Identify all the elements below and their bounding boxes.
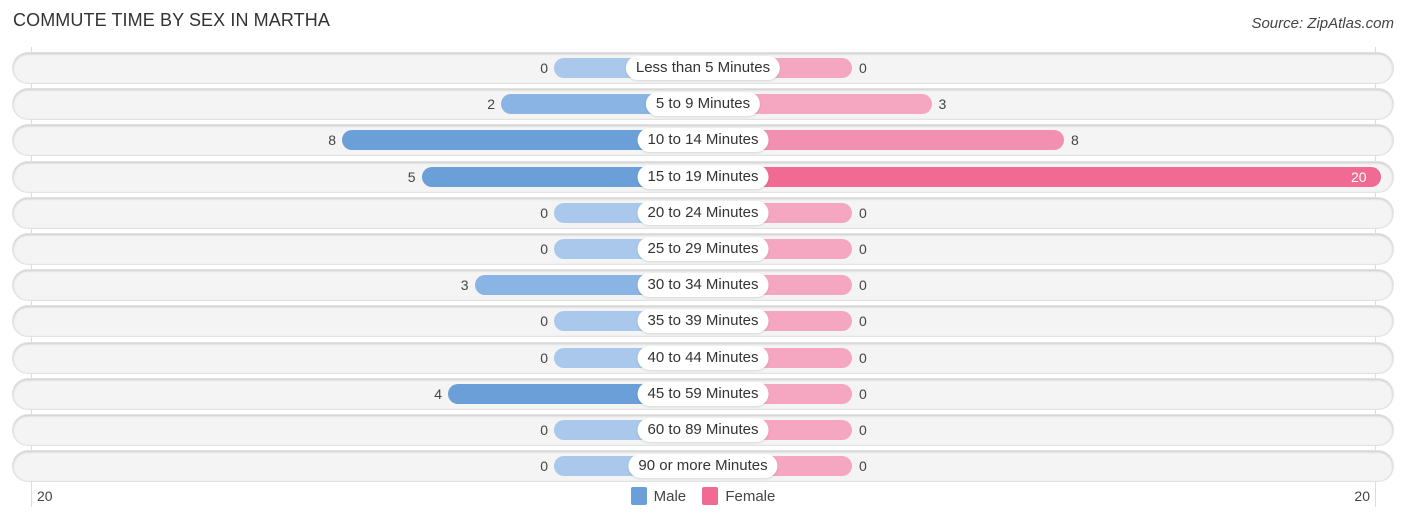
value-male: 0	[540, 313, 548, 330]
source-label: Source: ZipAtlas.com	[1251, 15, 1394, 32]
legend-swatch-male	[630, 487, 647, 505]
category-label: 90 or more Minutes	[628, 454, 778, 479]
category-label: 20 to 24 Minutes	[637, 200, 769, 225]
value-male: 2	[487, 96, 495, 113]
category-label: 25 to 29 Minutes	[637, 237, 769, 261]
category-label: 30 to 34 Minutes	[637, 273, 769, 298]
value-male: 0	[540, 422, 548, 438]
value-female: 8	[1071, 132, 1079, 149]
value-male: 0	[540, 349, 548, 366]
category-label: 5 to 9 Minutes	[645, 92, 761, 117]
category-label: 60 to 89 Minutes	[637, 418, 769, 442]
value-female: 0	[859, 349, 867, 366]
value-female: 3	[938, 96, 947, 113]
value-male: 0	[540, 60, 548, 76]
category-label: Less than 5 Minutes	[625, 56, 781, 80]
value-male: 5	[407, 168, 416, 185]
bar-female[interactable]	[703, 166, 1381, 187]
value-male: 4	[434, 385, 442, 402]
category-label: 35 to 39 Minutes	[637, 309, 769, 334]
value-female: 0	[859, 313, 867, 330]
legend-label-female: Female	[725, 487, 776, 505]
value-female: 0	[859, 60, 867, 76]
value-male: 8	[328, 132, 336, 149]
category-label: 10 to 14 Minutes	[637, 128, 769, 153]
value-female: 0	[859, 458, 867, 475]
category-label: 40 to 44 Minutes	[637, 345, 769, 370]
value-female: 20	[1351, 168, 1367, 185]
value-female: 0	[859, 422, 867, 438]
legend-label-male: Male	[653, 487, 687, 505]
category-label: 45 to 59 Minutes	[637, 381, 769, 406]
value-female: 0	[859, 277, 867, 294]
value-female: 0	[859, 241, 867, 257]
value-male: 0	[540, 458, 548, 475]
category-label: 15 to 19 Minutes	[637, 164, 769, 189]
legend-item-female[interactable]: Female	[702, 487, 775, 505]
value-female: 0	[859, 385, 867, 402]
chart-title: COMMUTE TIME BY SEX IN MARTHA	[13, 10, 330, 30]
value-male: 0	[540, 204, 548, 221]
value-female: 0	[859, 204, 867, 221]
legend-item-male[interactable]: Male	[630, 487, 687, 505]
value-male: 3	[460, 277, 469, 294]
value-male: 0	[540, 241, 548, 257]
legend-swatch-female	[702, 487, 719, 505]
legend: Male Female	[0, 487, 1406, 509]
